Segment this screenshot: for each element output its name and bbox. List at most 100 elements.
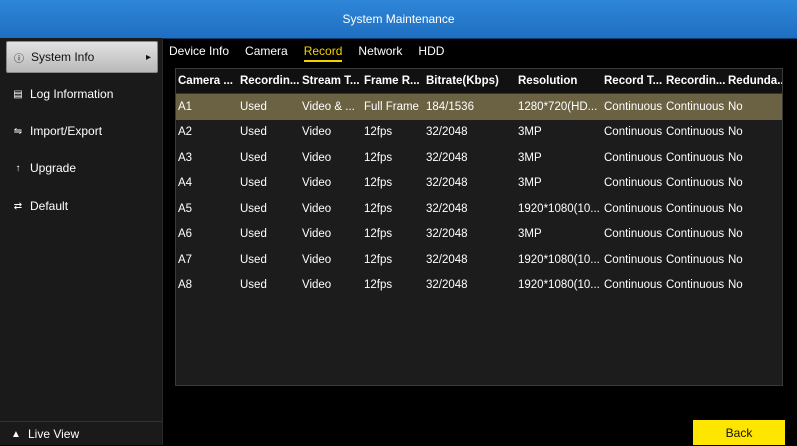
table-cell: Continuous bbox=[666, 202, 725, 215]
table-cell: A3 bbox=[178, 151, 193, 164]
table-cell: 32/2048 bbox=[426, 126, 468, 139]
table-cell: 32/2048 bbox=[426, 279, 468, 292]
table-cell: 3MP bbox=[518, 177, 542, 190]
tab-network[interactable]: Network bbox=[358, 40, 402, 62]
table-row[interactable]: A5 Used Video 12fps 32/2048 1920*1080(10... Co… bbox=[176, 196, 782, 222]
table-cell: Video & ... bbox=[302, 100, 355, 113]
table-cell: Video bbox=[302, 202, 332, 215]
table-cell: Continuous bbox=[666, 126, 725, 139]
table-cell: A4 bbox=[178, 177, 193, 190]
column-header[interactable]: Record T... bbox=[602, 75, 664, 87]
table-row[interactable]: A7 Used Video 12fps 32/2048 1920*1080(10... Co… bbox=[176, 247, 782, 273]
table-cell: Continuous bbox=[666, 177, 725, 190]
table-cell: 32/2048 bbox=[426, 202, 468, 215]
table-cell: Continuous bbox=[604, 202, 663, 215]
info-icon: ⓘ bbox=[14, 53, 24, 65]
table-cell: Video bbox=[302, 177, 332, 190]
table-cell: Continuous bbox=[604, 253, 663, 266]
table-cell: Continuous bbox=[604, 279, 663, 292]
table-cell: Used bbox=[240, 279, 267, 292]
table-cell: No bbox=[728, 126, 743, 139]
table-row[interactable]: A8 Used Video 12fps 32/2048 1920*1080(10... Co… bbox=[176, 273, 782, 299]
table-body: A1 Used Video & ... Full Frame 184/1536 1280*… bbox=[176, 94, 782, 298]
table-row[interactable]: A2 Used Video 12fps 32/2048 3MP Continuous Cont… bbox=[176, 120, 782, 146]
table-cell: Used bbox=[240, 151, 267, 164]
table-cell: Continuous bbox=[604, 228, 663, 241]
table-cell: Full Frame bbox=[364, 100, 419, 113]
table-cell: 184/1536 bbox=[426, 100, 474, 113]
table-cell: 1920*1080(10... bbox=[518, 279, 600, 292]
table-cell: No bbox=[728, 177, 743, 190]
table-row[interactable]: A4 Used Video 12fps 32/2048 3MP Continuous Cont… bbox=[176, 171, 782, 197]
table-header: Camera ... Recordin... Stream T... Frame… bbox=[176, 69, 782, 94]
sidebar-item-import-export[interactable]: ⇋ Import/Export bbox=[6, 116, 156, 146]
table-row[interactable]: A1 Used Video & ... Full Frame 184/1536 1280*… bbox=[176, 94, 782, 120]
table-cell: No bbox=[728, 100, 743, 113]
back-button[interactable]: Back bbox=[693, 420, 785, 445]
table-row[interactable]: A3 Used Video 12fps 32/2048 3MP Continuous Cont… bbox=[176, 145, 782, 171]
tab-camera[interactable]: Camera bbox=[245, 40, 288, 62]
table-cell: Used bbox=[240, 126, 267, 139]
table-cell: 12fps bbox=[364, 177, 393, 190]
upgrade-icon: ↑ bbox=[15, 162, 21, 174]
column-header[interactable]: Frame R... bbox=[362, 75, 424, 87]
table-cell: No bbox=[728, 228, 743, 241]
table-cell: Used bbox=[240, 177, 267, 190]
table-cell: Video bbox=[302, 151, 332, 164]
table-cell: 32/2048 bbox=[426, 177, 468, 190]
tab-device-info[interactable]: Device Info bbox=[169, 40, 229, 62]
table-cell: 12fps bbox=[364, 151, 393, 164]
table-cell: Continuous bbox=[604, 177, 663, 190]
live-view-button[interactable]: ▲ Live View bbox=[0, 421, 162, 446]
table-cell: No bbox=[728, 253, 743, 266]
home-icon: ▲ bbox=[11, 428, 21, 440]
table-cell: 1920*1080(10... bbox=[518, 253, 600, 266]
table-cell: Continuous bbox=[666, 253, 725, 266]
table-cell: A7 bbox=[178, 253, 193, 266]
sidebar-item-default[interactable]: ⇄ Default bbox=[6, 191, 156, 221]
default-icon: ⇄ bbox=[13, 200, 23, 212]
table-cell: 32/2048 bbox=[426, 228, 468, 241]
table-cell: 3MP bbox=[518, 151, 542, 164]
sidebar-item-system-info[interactable]: ⓘ System Info ▸ bbox=[6, 41, 158, 73]
column-header[interactable]: Recordin... bbox=[664, 75, 726, 87]
table-cell: Used bbox=[240, 202, 267, 215]
tab-hdd[interactable]: HDD bbox=[418, 40, 444, 62]
table-cell: Video bbox=[302, 228, 332, 241]
table-cell: Continuous bbox=[666, 279, 725, 292]
tab-record[interactable]: Record bbox=[303, 40, 343, 62]
table-cell: 1280*720(HD... bbox=[518, 100, 598, 113]
column-header[interactable]: Camera ... bbox=[176, 75, 238, 87]
table-cell: A8 bbox=[178, 279, 193, 292]
table-cell: Video bbox=[302, 279, 332, 292]
column-header[interactable]: Stream T... bbox=[300, 75, 362, 87]
table-cell: Continuous bbox=[666, 228, 725, 241]
table-cell: Video bbox=[302, 253, 332, 266]
table-cell: A5 bbox=[178, 202, 193, 215]
sidebar-item-label: Upgrade bbox=[30, 161, 77, 175]
table-cell: 12fps bbox=[364, 253, 393, 266]
table-cell: A6 bbox=[178, 228, 193, 241]
table-cell: Continuous bbox=[666, 100, 725, 113]
table-cell: 32/2048 bbox=[426, 151, 468, 164]
table-cell: Continuous bbox=[666, 151, 725, 164]
table-cell: A1 bbox=[178, 100, 193, 113]
sidebar-item-label: System Info bbox=[31, 50, 95, 64]
table-cell: Continuous bbox=[604, 100, 663, 113]
column-header[interactable]: Redunda... bbox=[726, 75, 782, 87]
record-table: Camera ... Recordin... Stream T... Frame… bbox=[175, 68, 783, 386]
table-row[interactable]: A6 Used Video 12fps 32/2048 3MP Continuous Cont… bbox=[176, 222, 782, 248]
tab-bar: Device Info Camera Record Network HDD bbox=[163, 38, 797, 64]
column-header[interactable]: Recordin... bbox=[238, 75, 300, 87]
sidebar-item-log-information[interactable]: ▤ Log Information bbox=[6, 79, 156, 109]
table-cell: Used bbox=[240, 228, 267, 241]
window-title-bar: System Maintenance bbox=[0, 0, 797, 39]
table-cell: Continuous bbox=[604, 126, 663, 139]
column-header[interactable]: Bitrate(Kbps) bbox=[424, 75, 516, 87]
sidebar-item-upgrade[interactable]: ↑ Upgrade bbox=[6, 153, 156, 183]
column-header[interactable]: Resolution bbox=[516, 75, 602, 87]
table-cell: No bbox=[728, 202, 743, 215]
table-cell: Video bbox=[302, 126, 332, 139]
window-title: System Maintenance bbox=[342, 12, 455, 26]
table-cell: 12fps bbox=[364, 279, 393, 292]
